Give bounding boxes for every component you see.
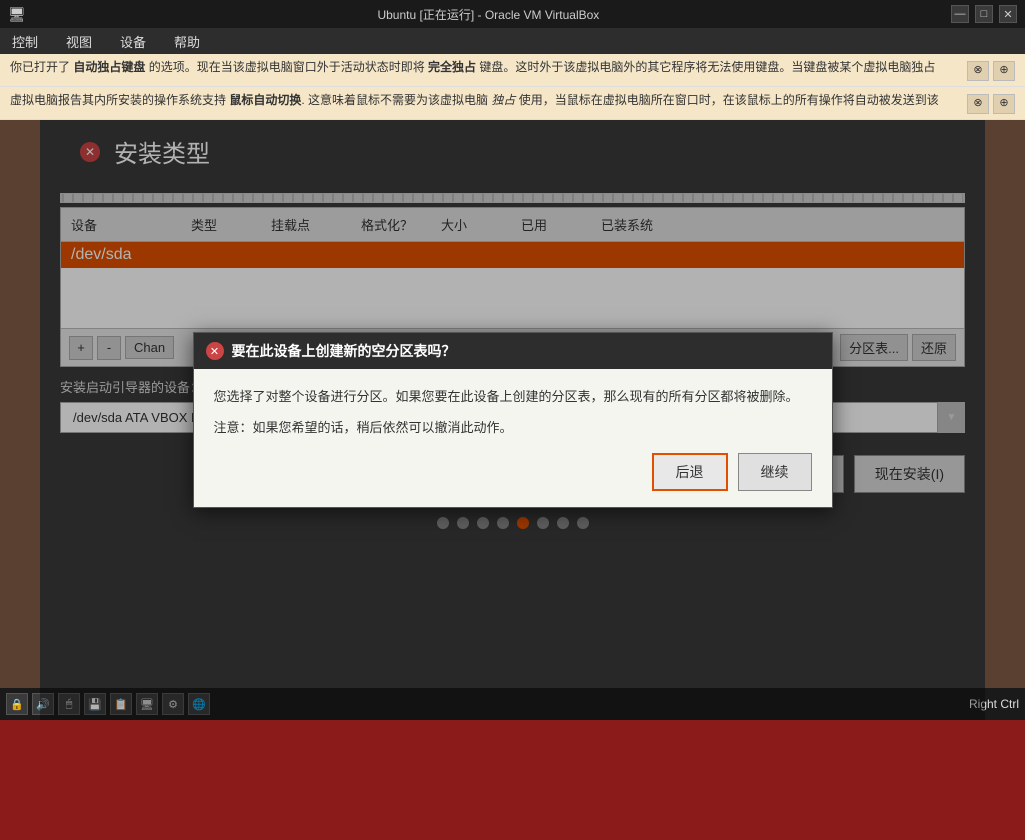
- notification-text-2: 虚拟电脑报告其内所安装的操作系统支持 鼠标自动切换. 这意味着鼠标不需要为该虚拟…: [10, 92, 959, 109]
- menu-devices[interactable]: 设备: [114, 30, 152, 53]
- title-bar-icon: 🖥: [8, 6, 26, 23]
- notif1-info-btn[interactable]: ⊕: [993, 61, 1015, 81]
- dialog-body: 您选择了对整个设备进行分区。如果您要在此设备上创建的分区表，那么现有的所有分区都…: [194, 369, 832, 507]
- dialog-close-icon: ✕: [210, 345, 219, 358]
- dialog-title-bar: ✕ 要在此设备上创建新的空分区表吗？: [194, 333, 832, 369]
- maximize-button[interactable]: □: [975, 5, 993, 23]
- close-button[interactable]: ✕: [999, 5, 1017, 23]
- dialog-continue-button[interactable]: 继续: [738, 453, 812, 491]
- notification-bar-1: 你已打开了 自动独占键盘 的选项。现在当该虚拟电脑窗口外于活动状态时即将 完全独…: [0, 54, 1025, 87]
- dialog-title: 要在此设备上创建新的空分区表吗？: [232, 341, 456, 361]
- window-title: Ubuntu [正在运行] - Oracle VM VirtualBox: [26, 6, 951, 23]
- notification-bar-2: 虚拟电脑报告其内所安装的操作系统支持 鼠标自动切换. 这意味着鼠标不需要为该虚拟…: [0, 87, 1025, 120]
- taskbar-icon-1[interactable]: 🔒: [6, 693, 28, 715]
- dialog-buttons: 后退 继续: [214, 453, 812, 491]
- dialog-overlay: ✕ 要在此设备上创建新的空分区表吗？ 您选择了对整个设备进行分区。如果您要在此设…: [40, 120, 985, 720]
- title-bar: 🖥 Ubuntu [正在运行] - Oracle VM VirtualBox —…: [0, 0, 1025, 28]
- menu-help[interactable]: 帮助: [168, 30, 206, 53]
- dialog-close-button[interactable]: ✕: [206, 342, 224, 360]
- minimize-button[interactable]: —: [951, 5, 969, 23]
- notif2-close-btn[interactable]: ⊗: [967, 94, 989, 114]
- notification-text-1: 你已打开了 自动独占键盘 的选项。现在当该虚拟电脑窗口外于活动状态时即将 完全独…: [10, 59, 959, 76]
- installer-window: ✕ 安装类型 设备 类型 挂载点 格式化？ 大小 已用 已装系统 /dev/sd…: [40, 120, 985, 720]
- window-controls: — □ ✕: [951, 5, 1017, 23]
- menu-bar: 控制 视图 设备 帮助: [0, 28, 1025, 54]
- menu-view[interactable]: 视图: [60, 30, 98, 53]
- dialog-back-button[interactable]: 后退: [652, 453, 728, 491]
- vm-content: ✕ 安装类型 设备 类型 挂载点 格式化？ 大小 已用 已装系统 /dev/sd…: [0, 120, 1025, 720]
- menu-control[interactable]: 控制: [6, 30, 44, 53]
- notif2-info-btn[interactable]: ⊕: [993, 94, 1015, 114]
- notif1-close-btn[interactable]: ⊗: [967, 61, 989, 81]
- dialog-text-2: 注意：如果您希望的话，稍后依然可以撤消此动作。: [214, 418, 812, 439]
- dialog-text-1: 您选择了对整个设备进行分区。如果您要在此设备上创建的分区表，那么现有的所有分区都…: [214, 387, 812, 408]
- dialog-box: ✕ 要在此设备上创建新的空分区表吗？ 您选择了对整个设备进行分区。如果您要在此设…: [193, 332, 833, 508]
